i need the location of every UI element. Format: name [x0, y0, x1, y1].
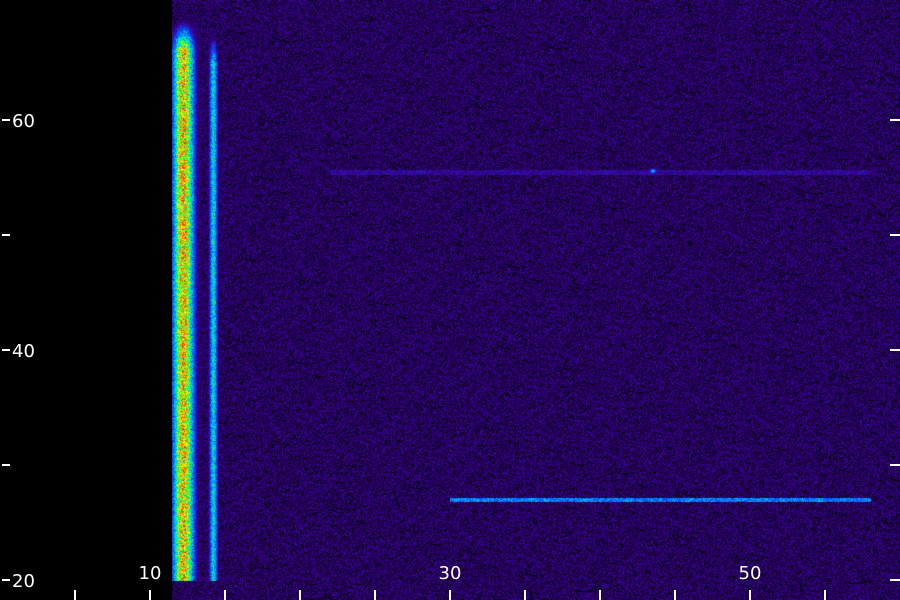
y-tick-label-60: 60: [12, 111, 35, 132]
y-tick-label-40: 40: [12, 341, 35, 362]
y-tick-label-20: 20: [12, 571, 35, 592]
x-tick-label-10: 10: [139, 563, 162, 584]
x-tick-label-50: 50: [739, 563, 762, 584]
heatmap-image: [172, 0, 900, 600]
spectrogram-chart: 20 40 60 10 30 50: [0, 0, 900, 600]
x-tick-label-30: 30: [439, 563, 462, 584]
